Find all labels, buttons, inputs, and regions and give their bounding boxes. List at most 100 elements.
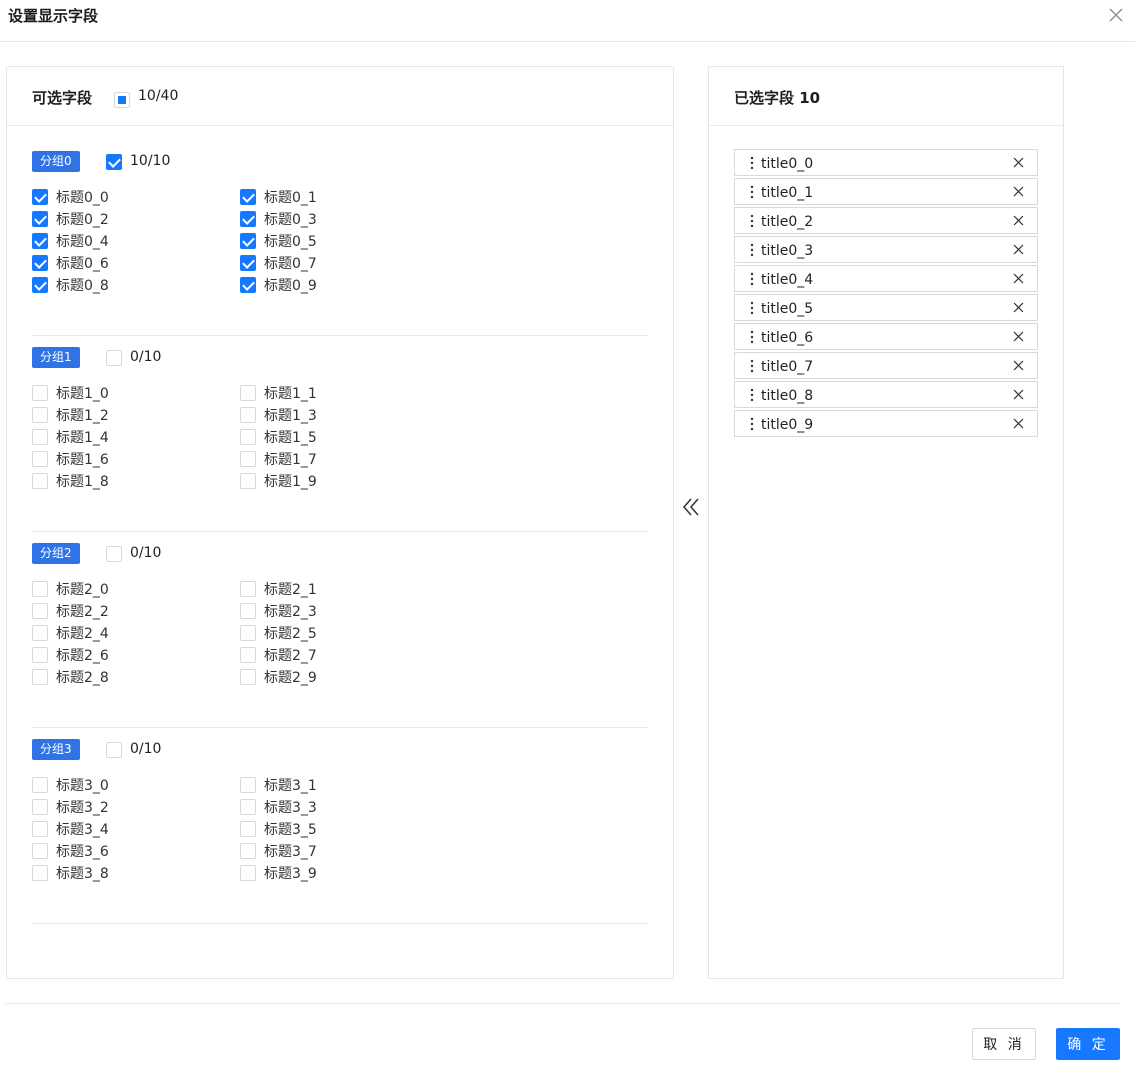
- close-icon[interactable]: [1107, 6, 1125, 24]
- selected-field-item[interactable]: title0_4: [734, 265, 1038, 292]
- field-checkbox[interactable]: [32, 451, 48, 467]
- field-checkbox-item[interactable]: 标题0_9: [240, 276, 317, 294]
- field-checkbox[interactable]: [240, 799, 256, 815]
- field-checkbox-item[interactable]: 标题3_9: [240, 864, 317, 882]
- field-checkbox-item[interactable]: 标题1_9: [240, 472, 317, 490]
- field-checkbox[interactable]: [32, 821, 48, 837]
- field-checkbox-item[interactable]: 标题2_3: [240, 602, 317, 620]
- remove-icon[interactable]: [1013, 244, 1024, 255]
- field-checkbox[interactable]: [32, 799, 48, 815]
- remove-icon[interactable]: [1013, 418, 1024, 429]
- cancel-button[interactable]: 取 消: [972, 1028, 1036, 1060]
- field-checkbox[interactable]: [32, 581, 48, 597]
- field-checkbox-item[interactable]: 标题2_6: [32, 646, 109, 664]
- remove-icon[interactable]: [1013, 302, 1024, 313]
- selected-field-item[interactable]: title0_5: [734, 294, 1038, 321]
- field-checkbox-item[interactable]: 标题3_8: [32, 864, 109, 882]
- field-checkbox-item[interactable]: 标题2_8: [32, 668, 109, 686]
- group-select-all-checkbox[interactable]: [106, 154, 122, 170]
- field-checkbox-item[interactable]: 标题2_5: [240, 624, 317, 642]
- drag-handle-icon[interactable]: [750, 243, 754, 257]
- field-checkbox-item[interactable]: 标题0_8: [32, 276, 109, 294]
- field-checkbox[interactable]: [240, 603, 256, 619]
- field-checkbox[interactable]: [240, 581, 256, 597]
- field-checkbox-item[interactable]: 标题2_2: [32, 602, 109, 620]
- field-checkbox-item[interactable]: 标题1_0: [32, 384, 109, 402]
- field-checkbox[interactable]: [240, 647, 256, 663]
- remove-icon[interactable]: [1013, 215, 1024, 226]
- double-chevron-left-icon[interactable]: [681, 495, 701, 519]
- field-checkbox-item[interactable]: 标题1_7: [240, 450, 317, 468]
- remove-icon[interactable]: [1013, 331, 1024, 342]
- selected-field-item[interactable]: title0_0: [734, 149, 1038, 176]
- drag-handle-icon[interactable]: [750, 417, 754, 431]
- remove-icon[interactable]: [1013, 360, 1024, 371]
- group-select-all-checkbox[interactable]: [106, 350, 122, 366]
- field-checkbox[interactable]: [32, 211, 48, 227]
- remove-icon[interactable]: [1013, 186, 1024, 197]
- field-checkbox-item[interactable]: 标题1_6: [32, 450, 109, 468]
- selected-field-item[interactable]: title0_6: [734, 323, 1038, 350]
- remove-icon[interactable]: [1013, 273, 1024, 284]
- field-checkbox-item[interactable]: 标题3_3: [240, 798, 317, 816]
- field-checkbox-item[interactable]: 标题3_2: [32, 798, 109, 816]
- field-checkbox-item[interactable]: 标题3_6: [32, 842, 109, 860]
- remove-icon[interactable]: [1013, 389, 1024, 400]
- field-checkbox-item[interactable]: 标题0_0: [32, 188, 109, 206]
- remove-icon[interactable]: [1013, 157, 1024, 168]
- field-checkbox[interactable]: [240, 211, 256, 227]
- field-checkbox[interactable]: [32, 189, 48, 205]
- field-checkbox-item[interactable]: 标题3_7: [240, 842, 317, 860]
- field-checkbox[interactable]: [32, 625, 48, 641]
- field-checkbox[interactable]: [32, 385, 48, 401]
- field-checkbox[interactable]: [32, 647, 48, 663]
- field-checkbox[interactable]: [240, 821, 256, 837]
- field-checkbox-item[interactable]: 标题0_2: [32, 210, 109, 228]
- field-checkbox-item[interactable]: 标题2_1: [240, 580, 317, 598]
- field-checkbox-item[interactable]: 标题1_4: [32, 428, 109, 446]
- field-checkbox[interactable]: [240, 865, 256, 881]
- field-checkbox[interactable]: [32, 777, 48, 793]
- selected-field-item[interactable]: title0_9: [734, 410, 1038, 437]
- field-checkbox-item[interactable]: 标题3_0: [32, 776, 109, 794]
- field-checkbox-item[interactable]: 标题3_4: [32, 820, 109, 838]
- field-checkbox-item[interactable]: 标题2_7: [240, 646, 317, 664]
- drag-handle-icon[interactable]: [750, 214, 754, 228]
- field-checkbox-item[interactable]: 标题0_6: [32, 254, 109, 272]
- drag-handle-icon[interactable]: [750, 272, 754, 286]
- drag-handle-icon[interactable]: [750, 156, 754, 170]
- field-checkbox[interactable]: [32, 865, 48, 881]
- field-checkbox[interactable]: [32, 843, 48, 859]
- field-checkbox[interactable]: [240, 473, 256, 489]
- field-checkbox[interactable]: [240, 277, 256, 293]
- selected-field-item[interactable]: title0_1: [734, 178, 1038, 205]
- field-checkbox-item[interactable]: 标题2_9: [240, 668, 317, 686]
- drag-handle-icon[interactable]: [750, 388, 754, 402]
- field-checkbox[interactable]: [32, 233, 48, 249]
- field-checkbox[interactable]: [240, 407, 256, 423]
- field-checkbox-item[interactable]: 标题3_5: [240, 820, 317, 838]
- field-checkbox-item[interactable]: 标题0_4: [32, 232, 109, 250]
- field-checkbox-item[interactable]: 标题3_1: [240, 776, 317, 794]
- group-select-all-checkbox[interactable]: [106, 742, 122, 758]
- field-checkbox-item[interactable]: 标题1_1: [240, 384, 317, 402]
- selected-field-item[interactable]: title0_3: [734, 236, 1038, 263]
- drag-handle-icon[interactable]: [750, 359, 754, 373]
- field-checkbox-item[interactable]: 标题1_2: [32, 406, 109, 424]
- field-checkbox[interactable]: [240, 777, 256, 793]
- select-all-checkbox[interactable]: [114, 91, 130, 108]
- field-checkbox[interactable]: [240, 843, 256, 859]
- field-checkbox-item[interactable]: 标题1_8: [32, 472, 109, 490]
- field-checkbox[interactable]: [240, 385, 256, 401]
- field-checkbox-item[interactable]: 标题1_5: [240, 428, 317, 446]
- drag-handle-icon[interactable]: [750, 301, 754, 315]
- field-checkbox[interactable]: [240, 669, 256, 685]
- selected-field-item[interactable]: title0_8: [734, 381, 1038, 408]
- field-checkbox-item[interactable]: 标题1_3: [240, 406, 317, 424]
- field-checkbox[interactable]: [240, 255, 256, 271]
- group-select-all-checkbox[interactable]: [106, 546, 122, 562]
- field-checkbox-item[interactable]: 标题0_7: [240, 254, 317, 272]
- field-checkbox[interactable]: [32, 429, 48, 445]
- drag-handle-icon[interactable]: [750, 185, 754, 199]
- field-checkbox[interactable]: [240, 625, 256, 641]
